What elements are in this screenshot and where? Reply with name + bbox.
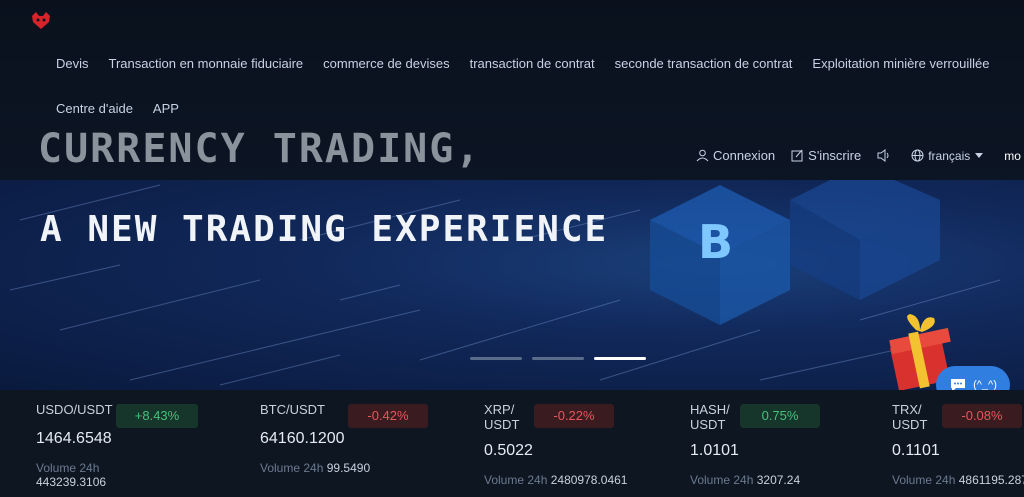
banner-headline-top: CURRENCY TRADING, xyxy=(38,126,482,172)
nav-item-secondary-1[interactable]: Centre d'aide xyxy=(56,101,133,116)
ticker-change-badge: -0.42% xyxy=(348,404,428,428)
ticker-change-badge: -0.22% xyxy=(534,404,614,428)
ticker-volume-value: 3207.24 xyxy=(756,473,801,487)
edit-icon xyxy=(791,149,803,162)
register-label: S'inscrire xyxy=(808,148,862,163)
ticker-price: 1464.6548 xyxy=(36,430,112,447)
ticker-volume: Volume 24h 443239.3106 xyxy=(36,461,136,489)
more-label: mo xyxy=(1004,148,1021,163)
chevron-down-icon xyxy=(975,152,984,158)
nav-item-2[interactable]: Transaction en monnaie fiduciaire xyxy=(109,56,304,71)
ticker-volume: Volume 24h 3207.24 xyxy=(690,473,800,487)
ticker-volume-value: 443239.3106 xyxy=(36,475,107,489)
user-icon xyxy=(696,149,709,162)
ticker-pair: HASH/ USDT xyxy=(690,402,730,432)
nav-item-secondary-2[interactable]: APP xyxy=(153,101,179,116)
svg-text:B: B xyxy=(698,215,733,269)
ticker-volume-label: Volume 24h xyxy=(690,473,754,487)
ticker-change-badge: 0.75% xyxy=(740,404,820,428)
carousel-indicators xyxy=(470,357,646,360)
crypto-cube-illustration: B xyxy=(650,180,940,325)
register-link[interactable]: S'inscrire xyxy=(791,148,861,163)
ticker-volume: Volume 24h 4861195.2870 xyxy=(892,473,1024,487)
banner-headline-main: A NEW TRADING EXPERIENCE xyxy=(40,209,609,250)
brand-logo-icon[interactable] xyxy=(30,10,52,30)
ticker-volume-label: Volume 24h xyxy=(260,461,324,475)
nav-item-1[interactable]: Devis xyxy=(56,56,89,71)
ticker-price: 64160.1200 xyxy=(260,430,345,447)
more-menu[interactable]: mo xyxy=(1004,149,1021,163)
ticker-price: 0.5022 xyxy=(484,442,533,459)
ticker-price: 1.0101 xyxy=(690,442,739,459)
nav-item-3[interactable]: commerce de devises xyxy=(323,56,449,71)
main-nav: Devis Transaction en monnaie fiduciaire co… xyxy=(56,56,1009,71)
sound-toggle[interactable] xyxy=(877,149,895,162)
ticker-pair: USDO/USDT xyxy=(36,402,113,417)
ticker-price: 0.1101 xyxy=(892,442,940,459)
globe-icon xyxy=(911,149,924,162)
nav-item-5[interactable]: seconde transaction de contrat xyxy=(615,56,793,71)
language-select[interactable]: français xyxy=(911,149,988,163)
ticker-volume: Volume 24h 2480978.0461 xyxy=(484,473,627,487)
language-label: français xyxy=(928,148,971,163)
carousel-dot-3[interactable] xyxy=(594,357,646,360)
ticker-volume-label: Volume 24h xyxy=(892,473,956,487)
login-label: Connexion xyxy=(713,148,776,163)
ticker-change-badge: -0.08% xyxy=(942,404,1022,428)
ticker-volume-label: Volume 24h xyxy=(484,473,548,487)
login-link[interactable]: Connexion xyxy=(696,148,775,163)
carousel-dot-1[interactable] xyxy=(470,357,522,360)
market-ticker: USDO/USDT +8.43% 1464.6548 Volume 24h 443239… xyxy=(0,390,1024,497)
ticker-pair: TRX/ USDT xyxy=(892,402,928,432)
ticker-volume-value: 4861195.2870 xyxy=(958,473,1024,487)
ticker-volume-label: Volume 24h xyxy=(36,461,100,475)
ticker-change-badge: +8.43% xyxy=(116,404,198,428)
carousel-dot-2[interactable] xyxy=(532,357,584,360)
ticker-volume-value: 99.5490 xyxy=(326,461,371,475)
ticker-volume-value: 2480978.0461 xyxy=(550,473,628,487)
ticker-pair: BTC/USDT xyxy=(260,402,325,417)
nav-item-6[interactable]: Exploitation minière verrouillée xyxy=(812,56,989,71)
speaker-icon xyxy=(877,149,889,162)
main-nav-secondary: Centre d'aide APP xyxy=(56,101,199,116)
nav-item-4[interactable]: transaction de contrat xyxy=(470,56,595,71)
ticker-pair: XRP/ USDT xyxy=(484,402,520,432)
account-nav: Connexion S'inscrire français mo xyxy=(696,148,1024,163)
ticker-volume: Volume 24h 99.5490 xyxy=(260,461,370,475)
